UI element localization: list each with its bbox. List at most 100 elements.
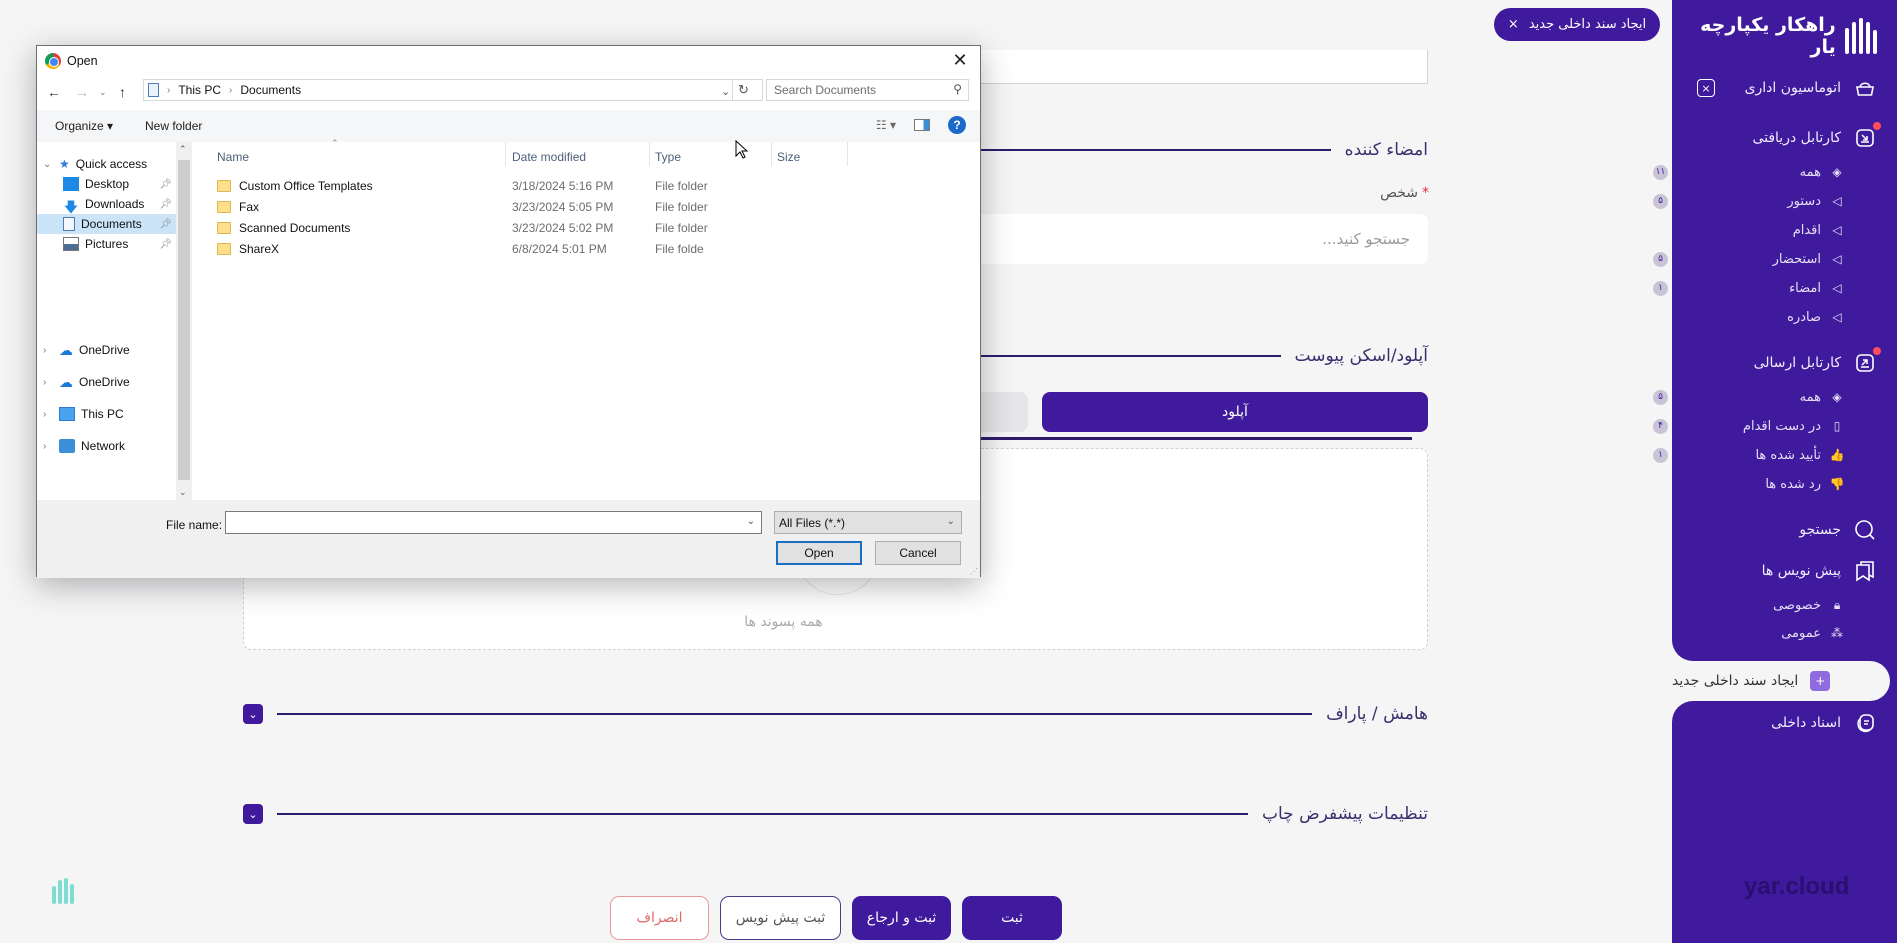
folder-icon [217,201,231,213]
tab-label: ایجاد سند داخلی جدید [1528,17,1647,32]
cancel-button[interactable]: انصراف [610,896,709,940]
file-row[interactable]: Scanned Documents 3/23/2024 5:02 PM File f… [197,218,797,238]
cancel-button[interactable]: Cancel [875,541,961,565]
inbox-item[interactable]: ◁ دستور ۵ [1653,193,1845,209]
new-folder-button[interactable]: New folder [145,119,202,133]
section-title: آپلود/اسکن پیوست [1294,346,1428,366]
sidebar-item-inbox[interactable]: کارتابل دریافتی [1677,122,1881,150]
preview-pane-icon[interactable] [914,119,930,131]
column-header-name[interactable]: Name [217,150,249,164]
organize-menu[interactable]: Organize ▾ [55,119,113,133]
breadcrumb-separator-icon: › [229,84,233,96]
tree-item-downloads[interactable]: 🡇 Downloads 📌︎ [63,194,176,215]
tree-scrollbar[interactable]: ⌃ ⌄ [176,142,192,500]
pin-icon: 📌︎ [159,178,172,190]
file-row[interactable]: ShareX 6/8/2024 5:01 PM File folde [197,239,797,259]
brand: راهکار یکپارچه یار [1672,14,1877,58]
previous-field-input[interactable] [960,50,1428,84]
drafts-item-private[interactable]: 🔒︎ خصوصی [1705,597,1845,613]
file-row[interactable]: Fax 3/23/2024 5:05 PM File folder [197,197,797,217]
pin-icon: 📌︎ [159,218,172,230]
refresh-icon[interactable]: ↻ [732,79,754,101]
person-search-input[interactable]: جستجو کنید... [960,214,1428,264]
tree-item-documents[interactable]: Documents 📌︎ [37,214,176,234]
sidebar-item-internal-docs[interactable]: اسناد داخلی [1677,711,1877,735]
scroll-down-icon: ⌄ [179,487,187,497]
upload-tab[interactable]: آپلود [1042,392,1428,432]
outbox-item[interactable]: ▯ در دست اقدام ۴ [1653,418,1845,434]
tree-quick-access[interactable]: ⌄ ★ Quick access [43,154,147,174]
inbox-item[interactable]: ◁ صادره [1705,309,1845,325]
close-icon[interactable]: ✕ [948,48,972,72]
chevron-down-icon[interactable]: ⌄ [243,804,263,824]
triangle-left-icon: ◁ [1832,252,1842,266]
computer-icon [59,407,75,421]
tree-item-this-pc[interactable]: › This PC [43,404,124,424]
triangle-left-icon: ◁ [1832,223,1842,237]
file-row[interactable]: Custom Office Templates 3/18/2024 5:16 PM… [197,176,797,196]
file-name-input[interactable]: ⌄ [225,511,762,534]
view-options-icon[interactable]: ☷ ▾ [876,118,896,132]
submit-button[interactable]: ثبت [962,896,1062,940]
pin-icon: 📌︎ [159,198,172,210]
column-header-size[interactable]: Size [777,150,800,164]
search-documents-input[interactable]: Search Documents ⚲ [766,79,969,101]
inbox-item[interactable]: ◈ همه ۱۱ [1653,164,1845,180]
column-header-date[interactable]: Date modified [512,150,586,164]
outbox-item[interactable]: ◈ همه ۵ [1653,389,1845,405]
dialog-footer: File name: ⌄ All Files (*.*) ⌄ Open Cance… [37,500,980,578]
breadcrumb-this-pc[interactable]: This PC [178,83,221,97]
dialog-title: Open [67,54,98,68]
tree-item-network[interactable]: › Network [43,436,125,456]
sidebar-item-new-internal-doc[interactable]: + ایجاد سند داخلی جدید [1672,661,1890,701]
open-button[interactable]: Open [776,541,862,565]
address-bar[interactable]: › This PC › Documents [143,79,763,101]
column-header-type[interactable]: Type [655,150,681,164]
tree-item-desktop[interactable]: Desktop 📌︎ [63,174,176,194]
sidebar-item-outbox[interactable]: کارتابل ارسالی [1677,347,1881,375]
up-arrow-icon[interactable]: ↑ [119,84,126,100]
sidebar-item-drafts[interactable]: پیش نویس ها [1677,559,1877,583]
breadcrumb-documents[interactable]: Documents [240,83,301,97]
section-title: امضاء کننده [1344,140,1428,160]
chevron-down-icon[interactable]: ⌄ [243,704,263,724]
scroll-thumb[interactable] [178,160,190,480]
section-title: هامش / پاراف [1326,704,1428,724]
file-type-select[interactable]: All Files (*.*) ⌄ [774,511,962,534]
drafts-item-public[interactable]: ⁂ عمومی [1705,625,1845,641]
outbox-item[interactable]: 👎 رد شده ها [1705,476,1845,492]
sidebar-item-office-automation[interactable]: اتوماسیون اداری × [1677,76,1877,100]
save-draft-button[interactable]: ثبت پیش نویس [720,896,841,940]
top-tab-new-internal-doc[interactable]: ایجاد سند داخلی جدید × [1494,8,1660,41]
tree-item-onedrive[interactable]: › ☁ OneDrive [43,372,130,392]
documents-folder-icon [148,83,159,97]
person-label: *شخص [1380,185,1429,201]
close-icon[interactable]: × [1508,17,1519,32]
address-dropdown-icon[interactable]: ⌄ [721,85,730,98]
sidebar-item-search[interactable]: جستجو [1677,518,1877,542]
download-icon: 🡇 [63,199,79,215]
chevron-down-icon: ⌄ [43,158,52,170]
submit-and-refer-button[interactable]: ثبت و ارجاع [852,896,951,940]
recent-locations-chevron-icon[interactable]: ⌄ [99,87,107,98]
inbox-item[interactable]: ◁ امضاء ۱ [1653,280,1845,296]
dropzone-hint: همه پسوند ها [744,614,823,630]
navigation-bar: ← → ⌄ ↑ › This PC › Documents ⌄ ↻ Search… [37,76,980,110]
chevron-right-icon: › [43,408,47,420]
close-icon[interactable]: × [1697,79,1715,97]
inbox-item[interactable]: ◁ اقدام [1705,222,1845,238]
help-icon[interactable]: ? [948,116,966,134]
tree-item-onedrive[interactable]: › ☁ OneDrive [43,340,130,360]
documents-icon [1853,711,1877,735]
inbox-item[interactable]: ◁ استحضار ۵ [1653,251,1845,267]
scroll-up-icon: ⌃ [179,144,187,154]
group-icon: ⁂ [1831,626,1843,640]
back-arrow-icon[interactable]: ← [47,84,61,100]
breadcrumb-separator-icon: › [167,84,171,96]
sidebar: راهکار یکپارچه یار اتوماسیون اداری × کار… [1653,0,1897,943]
resize-grip-icon[interactable]: ⋰ [970,567,978,576]
tree-item-pictures[interactable]: Pictures 📌︎ [63,234,176,254]
forward-arrow-icon[interactable]: → [75,84,89,100]
network-icon [59,439,75,453]
outbox-item[interactable]: 👍 تأیید شده ها ۱ [1653,447,1845,463]
